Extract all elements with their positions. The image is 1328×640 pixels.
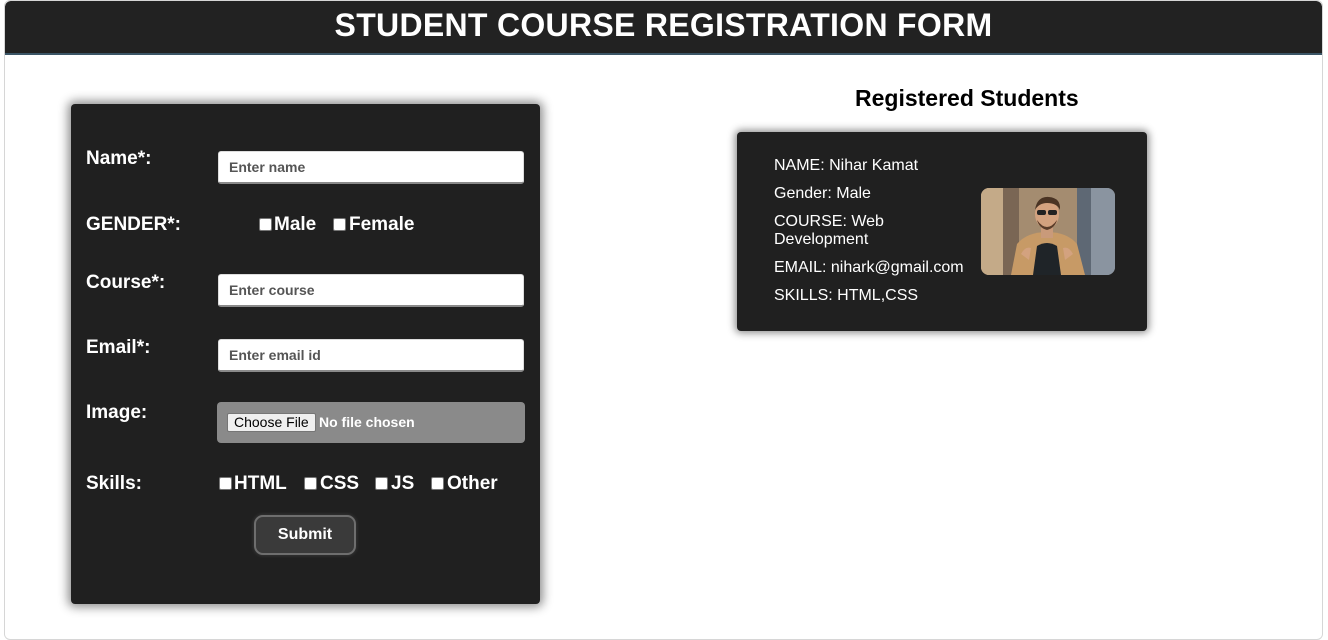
no-file-text: No file chosen: [319, 414, 415, 430]
student-photo: [981, 188, 1115, 275]
skill-other-label: Other: [447, 473, 498, 494]
student-gender: Gender: Male: [774, 185, 871, 202]
course-label: Course*:: [86, 272, 166, 293]
skill-html-label: HTML: [234, 473, 287, 494]
name-input[interactable]: [218, 151, 524, 184]
skill-css-checkbox[interactable]: [304, 477, 317, 490]
skill-js-checkbox[interactable]: [375, 477, 388, 490]
registration-form: Name*: GENDER*: Male Female Course*: Ema…: [71, 104, 540, 604]
email-input[interactable]: [218, 339, 524, 372]
registered-students-title: Registered Students: [855, 85, 1079, 111]
student-course: COURSE: Web Development: [774, 213, 884, 248]
email-label: Email*:: [86, 337, 151, 358]
gender-male-checkbox[interactable]: [259, 218, 272, 231]
course-input[interactable]: [218, 274, 524, 307]
gender-label: GENDER*:: [86, 214, 182, 235]
student-email: EMAIL: nihark@gmail.com: [774, 259, 964, 276]
student-name: NAME: Nihar Kamat: [774, 157, 919, 174]
page-title: STUDENT COURSE REGISTRATION FORM: [334, 6, 993, 43]
submit-button[interactable]: Submit: [254, 515, 356, 555]
gender-female-checkbox[interactable]: [333, 218, 346, 231]
student-skills: SKILLS: HTML,CSS: [774, 287, 919, 304]
image-label: Image:: [86, 402, 148, 423]
student-card: NAME: Nihar Kamat Gender: Male COURSE: W…: [737, 132, 1147, 331]
choose-file-button[interactable]: Choose File: [227, 413, 316, 432]
skill-css-label: CSS: [320, 473, 360, 494]
skill-other-checkbox[interactable]: [431, 477, 444, 490]
app-frame: STUDENT COURSE REGISTRATION FORM Name*: …: [4, 0, 1323, 640]
gender-male-label: Male: [274, 214, 317, 235]
page-header: STUDENT COURSE REGISTRATION FORM: [5, 1, 1322, 55]
skill-html-checkbox[interactable]: [219, 477, 232, 490]
name-label: Name*:: [86, 148, 152, 169]
skills-label: Skills:: [86, 473, 142, 494]
student-photo-image: [981, 188, 1115, 275]
gender-female-label: Female: [349, 214, 415, 235]
image-file-input[interactable]: Choose File No file chosen: [217, 402, 525, 443]
skill-js-label: JS: [391, 473, 415, 494]
